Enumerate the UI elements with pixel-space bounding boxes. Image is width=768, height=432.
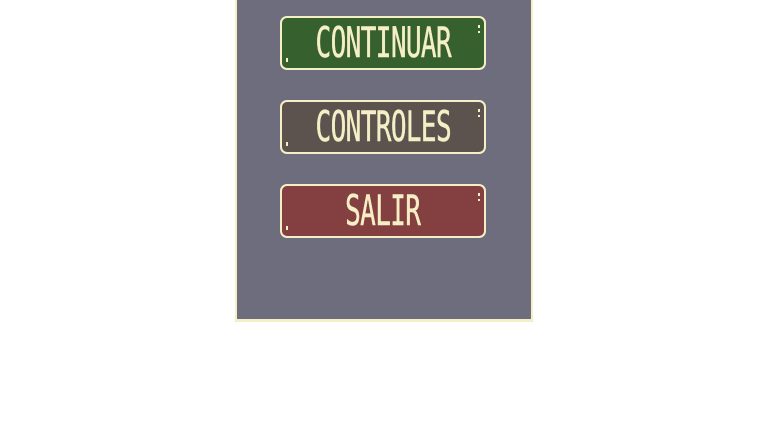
controls-button[interactable]: CONTROLES (280, 100, 486, 154)
continue-button[interactable]: CONTINUAR (280, 16, 486, 70)
continue-button-label: CONTINUAR (315, 18, 451, 67)
pause-menu-panel: CONTINUAR CONTROLES SALIR (235, 0, 533, 322)
button-corner-decoration (286, 142, 288, 146)
button-corner-decoration (478, 31, 480, 33)
button-corner-decoration (478, 115, 480, 117)
button-corner-decoration (478, 193, 480, 196)
exit-button-label: SALIR (345, 186, 421, 235)
button-corner-decoration (478, 25, 480, 28)
exit-button[interactable]: SALIR (280, 184, 486, 238)
button-corner-decoration (478, 199, 480, 201)
button-corner-decoration (286, 226, 288, 230)
controls-button-label: CONTROLES (315, 102, 451, 151)
button-corner-decoration (478, 109, 480, 112)
button-corner-decoration (286, 58, 288, 62)
